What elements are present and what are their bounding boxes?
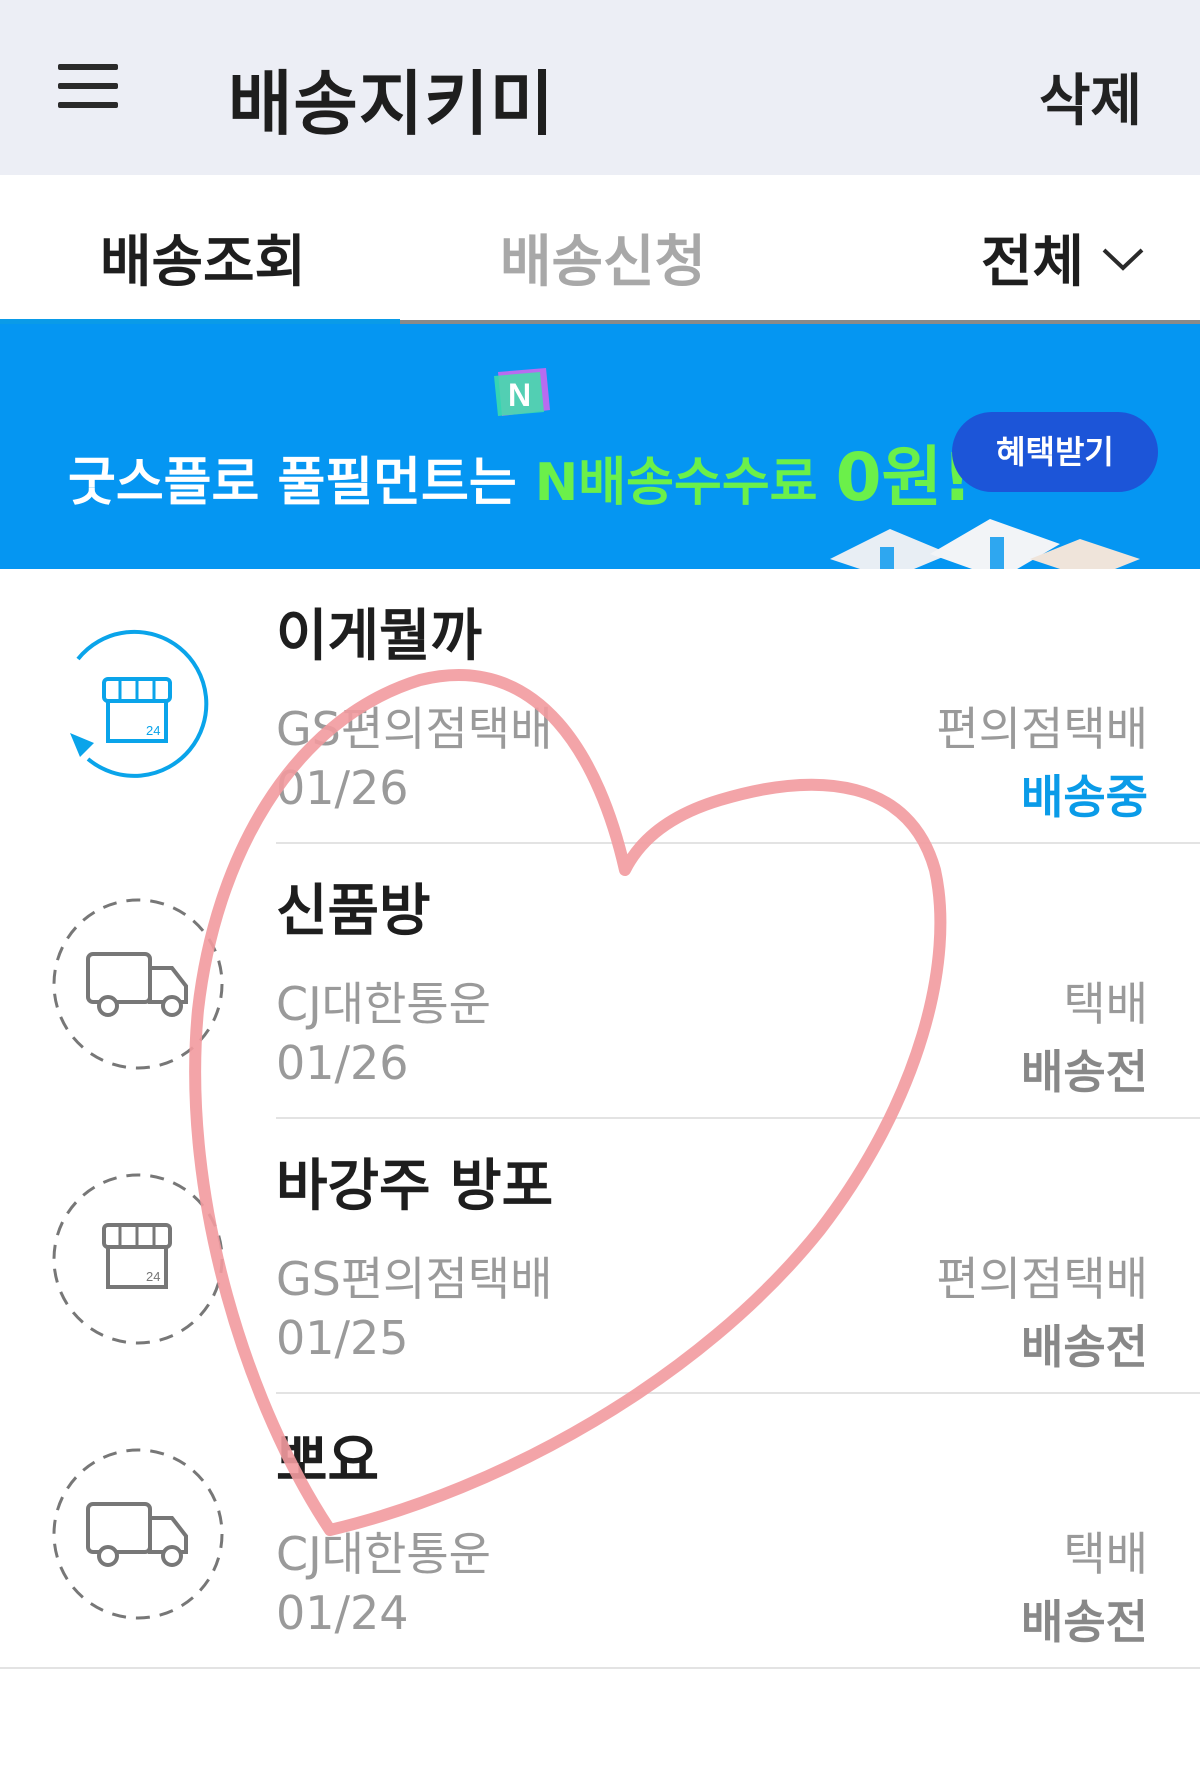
shipment-name: 바강주 방포 [276,1154,554,1219]
delivery-type: 택배 [1063,977,1148,1031]
shipment-date: 01/26 [276,761,409,815]
n-badge-letter: N [508,377,531,413]
shipment-name: 뽀요 [276,1429,380,1494]
store-icon: 24 [52,1173,224,1345]
courier-name: GS편의점택배 [276,702,553,756]
delivery-type: 택배 [1063,1527,1148,1581]
filter-label: 전체 [980,230,1084,295]
banner-text-highlight: N배송수수료 [534,453,836,513]
courier-name: CJ대한통운 [276,977,491,1031]
shipment-date: 01/24 [276,1586,409,1640]
delivery-type: 편의점택배 [936,1252,1148,1306]
list-item[interactable]: 24 바강주 방포 GS편의점택배 01/25 편의점택배 배송전 [0,1119,1200,1394]
status-badge: 배송전 [1021,1045,1148,1099]
chevron-down-icon [1102,248,1144,271]
divider [0,1667,1200,1669]
shipment-name: 이게뭘까 [276,604,483,669]
status-badge: 배송전 [1021,1595,1148,1649]
delivery-type: 편의점택배 [936,702,1148,756]
delete-button[interactable]: 삭제 [1039,56,1142,137]
shipment-date: 01/25 [276,1311,409,1365]
courier-name: CJ대한통운 [276,1527,491,1581]
courier-name: GS편의점택배 [276,1252,553,1306]
status-badge: 배송중 [1021,770,1148,824]
tab-delivery-lookup[interactable]: 배송조회 [100,217,306,298]
truck-icon [52,898,224,1070]
svg-text:24: 24 [146,1269,160,1284]
get-benefit-button[interactable]: 혜택받기 [952,412,1158,492]
page-title: 배송지키미 [228,63,555,145]
truck-icon [52,1448,224,1620]
status-badge: 배송전 [1021,1320,1148,1374]
filter-dropdown[interactable]: 전체 [981,217,1148,298]
package-boxes-icon [830,519,1140,569]
list-item[interactable]: 뽀요 CJ대한통운 01/24 택배 배송전 [0,1394,1200,1669]
banner-text-main: 굿스플로 풀필먼트는 [68,453,535,513]
n-badge-icon: N [494,368,550,416]
list-item[interactable]: 신품방 CJ대한통운 01/26 택배 배송전 [0,844,1200,1119]
list-item[interactable]: 24 이게뭘까 GS편의점택배 01/26 편의점택배 배송중 [0,569,1200,844]
promo-banner[interactable]: N 굿스플로 풀필먼트는 N배송수수료 0원! 혜택받기 [0,324,1200,569]
hamburger-menu-icon[interactable] [58,64,118,108]
tab-delivery-request[interactable]: 배송신청 [500,217,706,298]
svg-text:24: 24 [146,723,160,738]
store-icon: 24 [70,629,209,778]
app-header: 배송지키미 삭제 [0,0,1200,175]
shipment-date: 01/26 [276,1036,409,1090]
tab-bar: 배송조회 배송신청 전체 [0,175,1200,324]
shipment-name: 신품방 [276,879,431,944]
